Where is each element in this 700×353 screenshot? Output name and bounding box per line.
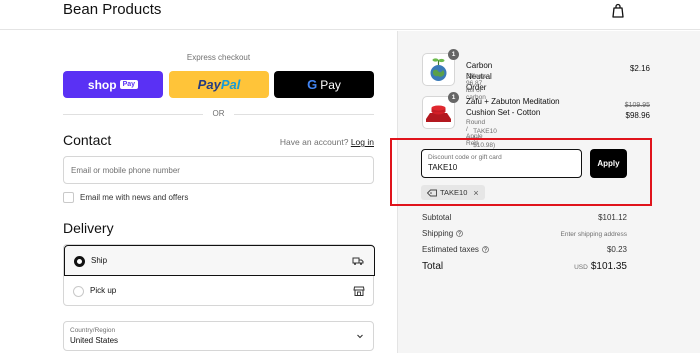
news-offers-row[interactable]: Email me with news and offers: [63, 191, 188, 203]
header: Bean Products: [0, 0, 700, 30]
store-name[interactable]: Bean Products: [63, 1, 161, 18]
delivery-heading: Delivery: [63, 220, 114, 236]
paypal-button[interactable]: Pay Pal: [169, 71, 269, 98]
quantity-badge: 1: [448, 92, 459, 103]
delivery-option-ship[interactable]: Ship: [64, 245, 375, 276]
shop-pay-badge: Pay: [119, 80, 139, 89]
product-thumbnail: 1: [422, 49, 459, 86]
applied-discount-chip: TAKE10 ×: [421, 185, 485, 200]
item-compare-price: $109.95: [624, 102, 650, 109]
express-checkout-title: Express checkout: [186, 53, 251, 62]
google-g-icon: G: [307, 77, 318, 92]
taxes-label-wrap: Estimated taxes: [422, 245, 489, 254]
discount-label: Discount code or gift card: [428, 154, 502, 161]
total-value: $101.35: [590, 261, 627, 272]
country-label: Country/Region: [70, 327, 116, 334]
taxes-row: Estimated taxes $0.23: [422, 245, 627, 257]
ship-label: Ship: [91, 256, 108, 265]
apply-discount-button[interactable]: Apply: [590, 149, 627, 178]
pickup-label: Pick up: [90, 286, 117, 295]
paypal-text-part1: Pay: [197, 77, 221, 92]
news-offers-label: Email me with news and offers: [80, 192, 189, 202]
item-price: $2.16: [629, 64, 650, 73]
google-pay-text: Pay: [320, 77, 341, 92]
news-offers-checkbox[interactable]: [63, 191, 74, 203]
truck-icon: [352, 257, 364, 265]
pickup-radio[interactable]: [73, 286, 84, 297]
item-price: $98.96: [625, 111, 650, 120]
country-value: United States: [70, 336, 119, 345]
shopping-bag-icon[interactable]: [611, 3, 625, 19]
discount-value: TAKE10: [428, 163, 458, 172]
product-thumbnail: 1: [422, 92, 459, 129]
subtotal-label: Subtotal: [422, 213, 452, 222]
subtotal-value: $101.12: [598, 213, 627, 222]
discount-code-input[interactable]: Discount code or gift card TAKE10: [421, 149, 582, 178]
remove-discount-icon[interactable]: ×: [473, 188, 478, 198]
checkout-form: Express checkout shop Pay Pay Pal G Pay O…: [0, 31, 397, 353]
paypal-text-part2: Pal: [220, 77, 241, 92]
store-icon: [353, 286, 365, 296]
subtotal-row: Subtotal $101.12: [422, 213, 627, 225]
ship-radio[interactable]: [74, 256, 85, 267]
google-pay-button[interactable]: G Pay: [274, 71, 374, 98]
total-row: Total USD $101.35: [422, 261, 627, 273]
have-account-text: Have an account? Log in: [279, 137, 374, 147]
email-placeholder: Email or mobile phone number: [71, 166, 180, 175]
help-icon[interactable]: [456, 230, 464, 237]
total-label: Total: [422, 261, 444, 272]
email-field[interactable]: Email or mobile phone number: [63, 156, 374, 184]
shipping-label-wrap: Shipping: [422, 229, 464, 238]
shop-pay-text: shop: [87, 77, 117, 92]
tag-icon: [427, 189, 437, 196]
shipping-row: Shipping Enter shipping address: [422, 229, 627, 241]
item-name: Zafu + Zabuton Meditation Cushion Set - …: [466, 97, 560, 117]
shipping-value: Enter shipping address: [560, 231, 628, 238]
quantity-badge: 1: [448, 49, 459, 60]
country-select[interactable]: Country/Region United States: [63, 321, 374, 351]
chevron-down-icon: [357, 334, 363, 339]
delivery-option-pickup[interactable]: Pick up: [64, 276, 375, 306]
taxes-value: $0.23: [606, 245, 627, 254]
applied-code: TAKE10: [440, 188, 468, 197]
contact-heading: Contact: [63, 132, 112, 148]
total-value-wrap: USD $101.35: [574, 261, 627, 272]
help-icon[interactable]: [482, 246, 489, 253]
order-summary: 1 Carbon Neutral Order Offsets 96.87 lbs…: [390, 31, 700, 353]
or-divider: OR: [63, 108, 374, 120]
delivery-method-group: Ship Pick up: [63, 244, 375, 306]
total-currency: USD: [574, 264, 588, 271]
login-link[interactable]: Log in: [351, 137, 374, 147]
shop-pay-button[interactable]: shop Pay: [63, 71, 163, 98]
